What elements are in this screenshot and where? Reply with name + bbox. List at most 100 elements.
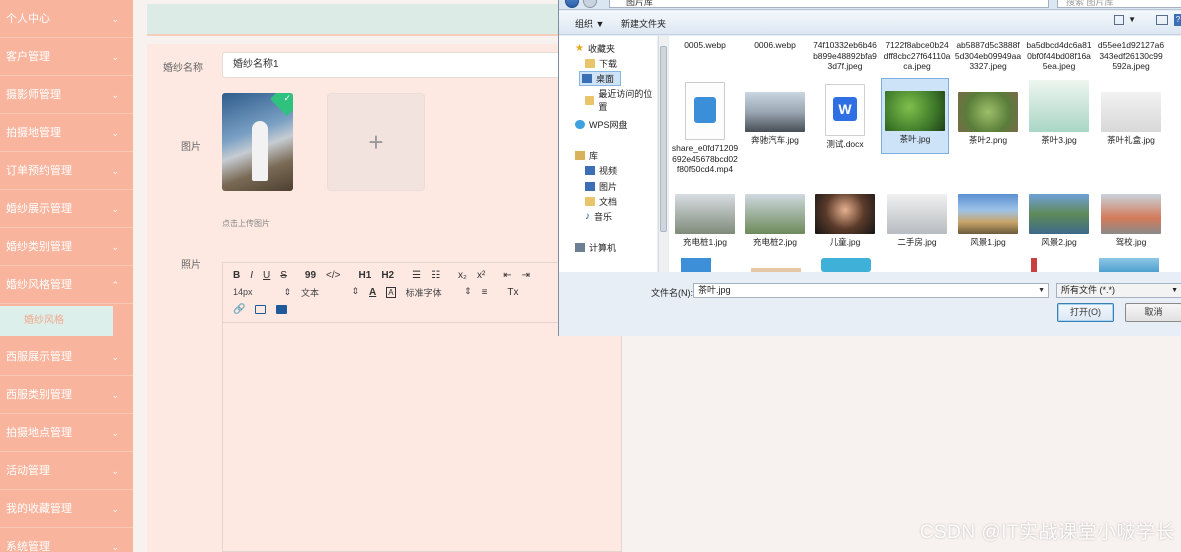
file-item[interactable]: 风景2.jpg [1025, 194, 1093, 248]
file-item[interactable]: 充电桩1.jpg [671, 194, 739, 248]
superscript-button[interactable]: x² [477, 270, 485, 281]
file-item[interactable]: 驾校.jpg [1097, 194, 1165, 248]
file-item[interactable]: W 测试.docx [811, 84, 879, 150]
sidebar-item-activities[interactable]: 活动管理 ⌄ [0, 452, 133, 490]
clear-format-button[interactable]: Tx [507, 287, 518, 298]
nav-favorites[interactable]: ★ 收藏夹 [575, 42, 615, 55]
file-item[interactable]: 充电桩2.jpg [741, 194, 809, 248]
bullet-list-icon[interactable]: ☷ [431, 270, 440, 281]
file-item[interactable]: 儿童.jpg [811, 194, 879, 248]
file-item[interactable]: d55ee1d92127a6343edf26130c99592a.jpeg [1097, 40, 1165, 72]
chevron-down-icon[interactable]: ▼ [1038, 284, 1045, 297]
sidebar-item-system[interactable]: 系统管理 ⌄ [0, 528, 133, 552]
blockquote-button[interactable]: 99 [305, 270, 316, 281]
views-icon[interactable] [1114, 15, 1124, 25]
sidebar-item-suit-category[interactable]: 西服类别管理 ⌄ [0, 376, 133, 414]
nav-recent[interactable]: 最近访问的位置 [585, 87, 657, 113]
sidebar-item-location[interactable]: 拍摄地管理 ⌄ [0, 114, 133, 152]
subscript-button[interactable]: x₂ [458, 270, 467, 281]
open-button[interactable]: 打开(O) [1057, 303, 1114, 322]
file-item[interactable]: 0006.webp [741, 40, 809, 51]
nav-library[interactable]: 库 [575, 149, 598, 162]
italic-button[interactable]: I [250, 270, 253, 281]
filetype-select[interactable]: 所有文件 (*.*) ▼ [1056, 283, 1181, 298]
file-item[interactable]: 风景1.jpg [954, 194, 1022, 248]
image-icon[interactable] [255, 305, 267, 314]
file-item[interactable]: 0005.webp [671, 40, 739, 51]
sidebar-item-dress-style[interactable]: 婚纱风格管理 ⌃ [0, 266, 133, 304]
align-icon[interactable]: ≡ [482, 287, 488, 298]
video-icon[interactable] [276, 305, 288, 314]
cancel-button[interactable]: 取消 [1125, 303, 1181, 322]
sidebar-item-shoot-location[interactable]: 拍摄地点管理 ⌄ [0, 414, 133, 452]
nav-computer[interactable]: 计算机 [575, 241, 616, 254]
sidebar-item-favorites[interactable]: 我的收藏管理 ⌄ [0, 490, 133, 528]
child-image-thumb [815, 194, 875, 234]
sidebar-subitem-dress-style[interactable]: 婚纱风格 [0, 306, 113, 336]
new-folder-button[interactable]: 新建文件夹 [621, 17, 666, 30]
file-item[interactable] [1099, 258, 1159, 272]
filename-input[interactable]: 茶叶.jpg ▼ [693, 283, 1049, 298]
search-input[interactable]: 搜索 图片库 [1057, 0, 1181, 8]
nav-wps[interactable]: WPS网盘 [575, 118, 628, 131]
background-color-icon[interactable]: A [386, 287, 396, 298]
nav-desktop[interactable]: 桌面 [579, 71, 622, 86]
file-item[interactable]: 7122f8abce0b24dff8cbc27f64110aca.jpeg [883, 40, 951, 72]
file-item[interactable]: 茶叶3.jpg [1025, 80, 1093, 146]
file-item[interactable] [681, 258, 711, 272]
preview-pane-icon[interactable] [1156, 15, 1168, 25]
help-icon[interactable]: ? [1174, 14, 1181, 26]
organize-button[interactable]: 组织 ▼ [575, 17, 604, 30]
chevron-down-icon[interactable]: ▼ [1128, 15, 1136, 24]
h1-button[interactable]: H1 [359, 270, 372, 281]
sidebar-item-personal-center[interactable]: 个人中心 ⌄ [0, 0, 133, 38]
outdent-icon[interactable]: ⇤ [503, 270, 511, 281]
sidebar-item-label: 西服展示管理 [6, 351, 72, 363]
h2-button[interactable]: H2 [381, 270, 394, 281]
nav-downloads[interactable]: 下载 [585, 57, 617, 70]
header-select[interactable]: 文本 ⇕ [301, 286, 359, 299]
sidebar-item-dress-display[interactable]: 婚纱展示管理 ⌄ [0, 190, 133, 228]
code-block-button[interactable]: </> [326, 270, 340, 281]
bold-button[interactable]: B [233, 270, 240, 281]
file-item[interactable]: ba5dbcd4dc6a810bf0f44bd08f16a5ea.jpeg [1025, 40, 1093, 72]
car-image-thumb [745, 92, 805, 132]
file-item[interactable]: 茶叶2.png [954, 92, 1022, 146]
dress-name-input[interactable]: 婚纱名称1 [222, 52, 572, 78]
file-item[interactable]: 奔驰汽车.jpg [741, 92, 809, 146]
sidebar-item-suit-display[interactable]: 西服展示管理 ⌄ [0, 338, 133, 376]
file-item[interactable]: 74f10332eb6b46b899e48892bfa93d7f.jpeg [811, 40, 879, 72]
font-family-select[interactable]: 标准字体 ⇕ [406, 286, 472, 299]
file-item[interactable] [751, 268, 801, 272]
uploaded-image-thumbnail[interactable]: ✓ [222, 93, 293, 191]
file-item[interactable]: share_e0fd71209692e45678bcd02f80f50cd4.m… [671, 82, 739, 175]
file-item-selected[interactable]: 茶叶.jpg [881, 78, 949, 154]
indent-icon[interactable]: ⇥ [522, 270, 530, 281]
file-item[interactable] [1031, 258, 1037, 272]
text-color-icon[interactable]: A [369, 287, 376, 298]
link-icon[interactable]: 🔗 [233, 304, 245, 315]
font-size-select[interactable]: 14px ⇕ [233, 287, 291, 298]
file-item[interactable]: 二手房.jpg [883, 194, 951, 248]
nav-documents[interactable]: 文档 [585, 195, 617, 208]
file-name: d55ee1d92127a6343edf26130c99592a.jpeg [1097, 40, 1165, 71]
scrollbar-thumb[interactable] [660, 46, 667, 232]
sidebar-item-customer[interactable]: 客户管理 ⌄ [0, 38, 133, 76]
sidebar-item-orders[interactable]: 订单预约管理 ⌄ [0, 152, 133, 190]
nav-music[interactable]: ♪ 音乐 [585, 210, 612, 223]
sidebar-item-dress-category[interactable]: 婚纱类别管理 ⌄ [0, 228, 133, 266]
address-bar[interactable]: 图片库 [609, 0, 1049, 8]
strike-button[interactable]: S [280, 270, 287, 281]
file-item[interactable]: 茶叶礼盒.jpg [1097, 92, 1165, 146]
underline-button[interactable]: U [263, 270, 270, 281]
sidebar-item-photographer[interactable]: 摄影师管理 ⌄ [0, 76, 133, 114]
nav-scrollbar[interactable] [658, 36, 668, 272]
file-item[interactable]: ab5887d5c3888f5d304eb09949aa3327.jpeg [954, 40, 1022, 72]
file-item[interactable] [821, 258, 871, 272]
ordered-list-icon[interactable]: ☰ [412, 270, 421, 281]
nav-videos[interactable]: 视频 [585, 164, 617, 177]
back-icon[interactable] [565, 0, 579, 8]
image-upload-button[interactable]: + [327, 93, 425, 191]
nav-pictures[interactable]: 图片 [585, 180, 617, 193]
forward-icon[interactable] [583, 0, 597, 8]
